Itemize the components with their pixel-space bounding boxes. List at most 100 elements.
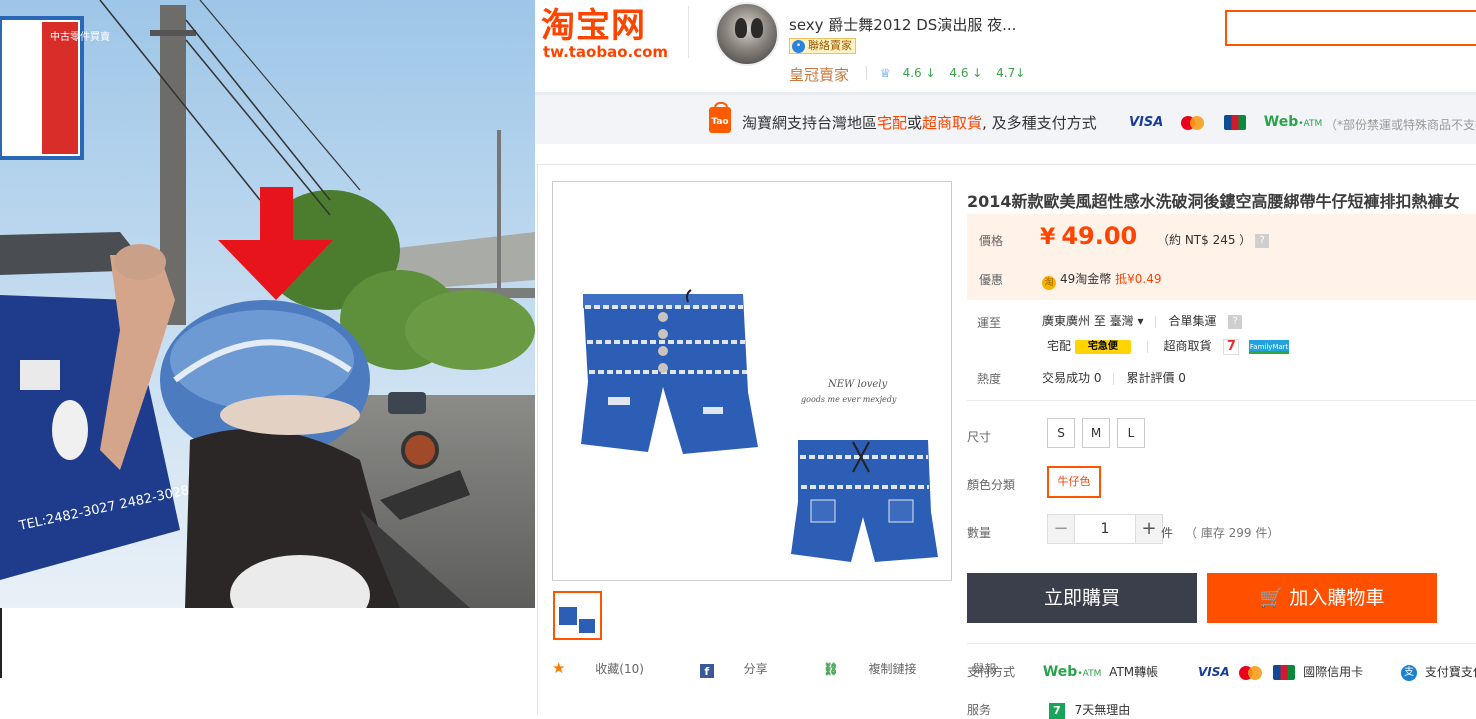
reviews-count: 累計評價 0 — [1126, 371, 1186, 385]
add-to-cart-button[interactable]: 🛒 加入購物車 — [1207, 573, 1437, 623]
price-label: 價格 — [979, 234, 1004, 248]
color-label: 顏色分類 — [967, 478, 1016, 492]
section-border-left — [537, 164, 538, 715]
header-separator — [866, 66, 867, 80]
jcb-icon — [1273, 665, 1296, 680]
size-option-m[interactable]: M — [1082, 418, 1110, 448]
shop-name[interactable]: sexy 爵士舞2012 DS演出服 夜... — [789, 14, 1016, 35]
action-links: ★ 收藏(10) f 分享 ⛓ 複制鏈接 舉報 — [552, 659, 1022, 678]
pay-label: 支付方式 — [967, 665, 1016, 679]
share-button[interactable]: f 分享 — [699, 662, 794, 678]
header-divider — [688, 6, 689, 58]
payment-methods: 支付方式 Web•ATM ATM轉帳 VISA 國際信用卡 支 支付寶支付 — [967, 663, 1476, 681]
seller-level: 皇冠賣家 — [789, 66, 850, 84]
shorts-illustration: NEW lovely goods me ever mexjedy — [581, 289, 938, 562]
divider — [967, 400, 1476, 401]
notice-text: 淘寶網支持台灣地區宅配或超商取貨, 及多種支付方式 — [742, 112, 1097, 133]
thumbnail-image[interactable] — [553, 591, 602, 640]
store-pickup: 超商取貨 — [1163, 339, 1212, 353]
delivery-options: 宅配 宅急便 超商取貨 7 FamilyMart — [1047, 337, 1290, 355]
shopping-bag-icon: Tao — [709, 102, 731, 133]
pay-card: 國際信用卡 — [1303, 665, 1364, 679]
qty-unit: 件 — [1161, 526, 1174, 540]
notice-home-delivery: 宅配 — [877, 114, 908, 132]
notice-or: 或 — [907, 114, 923, 132]
star-icon: ★ — [552, 659, 566, 677]
favorite-button[interactable]: ★ 收藏(10) — [552, 659, 670, 677]
product-title: 2014新款歐美風超性感水洗破洞後鏤空高腰綁帶牛仔短褲排扣熱褲女 — [967, 192, 1460, 211]
shop-ratings: ♕ 4.6 ↓ 4.6 ↓ 4.7↓ — [880, 66, 1035, 80]
payment-notice-bar: Tao 淘寶網支持台灣地區宅配或超商取貨, 及多種支付方式 VISA Web•A… — [535, 92, 1476, 144]
color-option[interactable]: 牛仔色 — [1047, 466, 1101, 498]
street-photo: 中古零件買賣 TEL:2482-3027 2482-3028 — [0, 0, 535, 608]
section-border — [537, 164, 1476, 165]
help-icon[interactable]: ? — [1255, 233, 1270, 248]
taobao-logo[interactable]: 淘宝网 tw.taobao.com — [541, 8, 668, 60]
visa-icon: VISA — [1129, 115, 1164, 130]
notice-prefix: 淘寶網支持台灣地區 — [742, 114, 878, 132]
pay-atm: ATM轉帳 — [1109, 665, 1159, 679]
rating-service: 4.6 ↓ — [949, 66, 983, 80]
shorts-back-icon — [791, 440, 938, 562]
payment-logos: VISA Web•ATM — [1129, 114, 1322, 130]
search-input[interactable] — [1225, 10, 1476, 46]
contact-seller-button[interactable]: • 聯絡賣家 — [789, 38, 856, 54]
size-label: 尺寸 — [967, 430, 992, 444]
ship-label: 運至 — [977, 316, 1002, 330]
rating-shipping: 4.7↓ — [996, 66, 1026, 80]
logo-url: tw.taobao.com — [543, 43, 669, 61]
size-option-s[interactable]: S — [1047, 418, 1075, 448]
familymart-icon: FamilyMart — [1249, 339, 1290, 354]
link-icon: ⛓ — [823, 662, 839, 676]
price-approx: （約 NT$ 245 ） ? — [1157, 231, 1270, 248]
ship-route-select[interactable]: 廣東廣州 至 臺灣 ▾ — [1042, 314, 1143, 328]
price-value: ¥49.00 — [1040, 222, 1138, 250]
size-option-l[interactable]: L — [1117, 418, 1145, 448]
sign-top-text: 中古零件買賣 — [50, 30, 110, 43]
coin-icon: 淘 — [1042, 276, 1056, 290]
cart-icon: 🛒 — [1259, 587, 1284, 609]
notice-note: （*部份禁運或特殊商品不支持 — [1325, 118, 1476, 132]
buy-now-button[interactable]: 立即購買 — [967, 573, 1197, 623]
divider-line — [0, 608, 2, 678]
divider — [967, 643, 1476, 644]
stock-info: （ 庫存 299 件） — [1185, 526, 1280, 540]
mastercard-icon — [1181, 115, 1205, 130]
help-icon[interactable]: ? — [1228, 314, 1243, 329]
qty-label: 數量 — [967, 526, 992, 540]
main-product-image[interactable]: NEW lovely goods me ever mexjedy — [552, 181, 952, 581]
crown-icon: ♕ — [880, 66, 891, 80]
webatm-icon: Web•ATM — [1042, 664, 1102, 680]
service-row: 服务 7 7天無理由 — [967, 701, 1476, 719]
notice-suffix: , 及多種支付方式 — [982, 114, 1097, 132]
image-caption-2: goods me ever mexjedy — [801, 395, 897, 404]
home-delivery: 宅配 — [1047, 339, 1072, 353]
qty-decrease-button[interactable]: − — [1047, 514, 1075, 544]
jcb-icon — [1223, 115, 1246, 130]
qty-input[interactable]: 1 — [1074, 514, 1136, 544]
shop-avatar[interactable] — [715, 2, 779, 66]
rating-description: 4.6 ↓ — [902, 66, 936, 80]
photo-panel: 中古零件買賣 TEL:2482-3027 2482-3028 — [0, 0, 535, 608]
qty-increase-button[interactable]: + — [1135, 514, 1163, 544]
image-caption-1: NEW lovely — [827, 379, 887, 390]
mastercard-icon — [1239, 665, 1263, 680]
notice-store-pickup: 超商取貨 — [922, 114, 983, 132]
chat-icon: • — [792, 40, 805, 53]
alipay-icon: 支 — [1400, 664, 1417, 681]
promo-label: 優惠 — [979, 273, 1004, 287]
shorts-front-icon — [581, 289, 758, 454]
heat-label: 熱度 — [977, 372, 1002, 386]
ship-info: 廣東廣州 至 臺灣 ▾ 合單集運 ? — [1042, 312, 1243, 329]
facebook-icon: f — [699, 664, 714, 678]
visa-icon: VISA — [1197, 665, 1230, 679]
product-detail: NEW lovely goods me ever mexjedy ★ 收藏(10… — [535, 144, 1476, 719]
promo-text: 淘 49淘金幣 抵¥0.49 — [1042, 270, 1161, 290]
store-header: 淘宝网 tw.taobao.com sexy 爵士舞2012 DS演出服 夜..… — [535, 0, 1476, 92]
heat-info: 交易成功 0 累計評價 0 — [1042, 369, 1186, 386]
trades-count: 交易成功 0 — [1042, 371, 1102, 385]
contact-seller-label: 聯絡賣家 — [808, 39, 852, 52]
copy-link-button[interactable]: ⛓ 複制鏈接 — [823, 662, 942, 676]
logo-text: 淘宝网 — [541, 6, 646, 46]
yamato-icon: 宅急便 — [1074, 339, 1131, 354]
